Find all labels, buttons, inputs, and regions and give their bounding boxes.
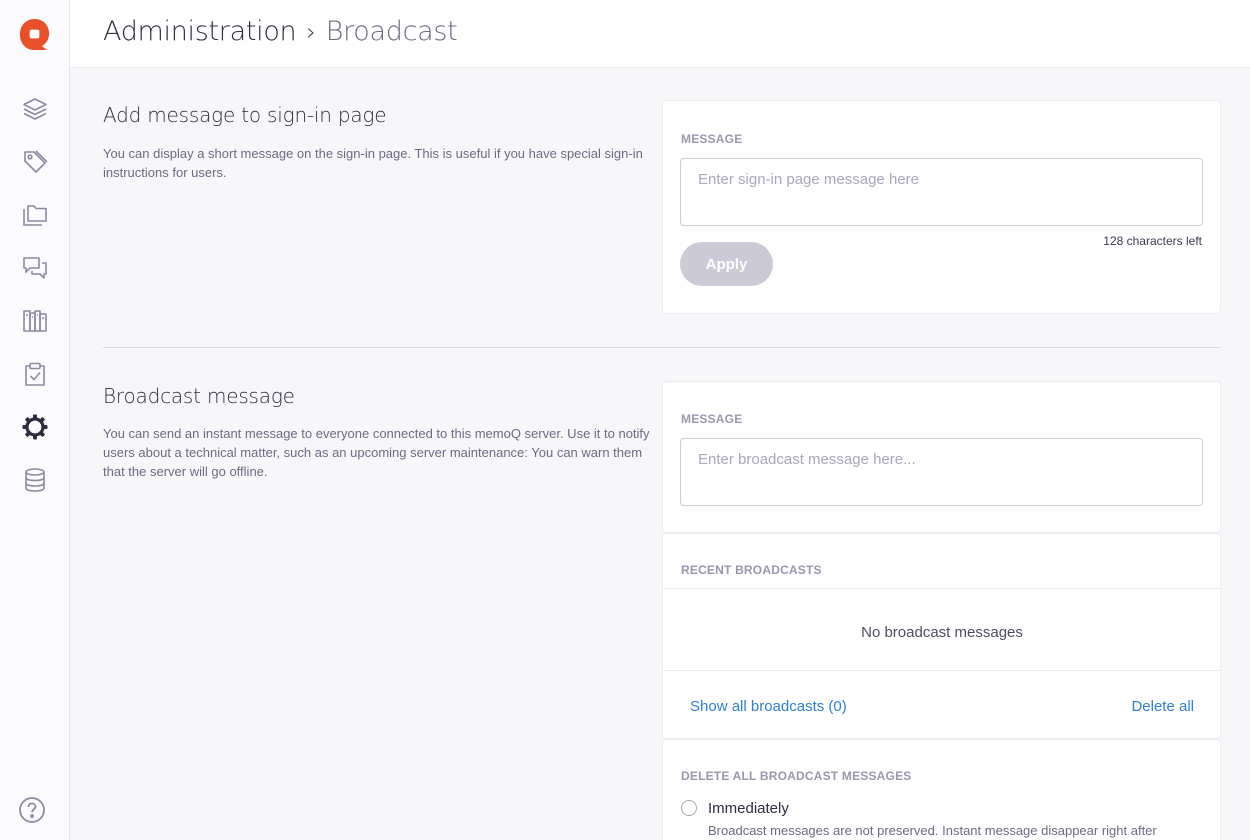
broadcast-message-card: MESSAGE bbox=[662, 381, 1221, 533]
signin-message-card: MESSAGE 128 characters left Apply bbox=[662, 100, 1221, 314]
breadcrumb-administration[interactable]: Administration bbox=[103, 16, 297, 47]
broadcast-section-title: Broadcast message bbox=[103, 384, 295, 408]
immediately-radio[interactable] bbox=[681, 800, 697, 816]
recent-broadcasts-card: RECENT BROADCASTS No broadcast messages … bbox=[662, 533, 1221, 739]
database-icon[interactable] bbox=[20, 465, 50, 495]
folders-icon[interactable] bbox=[20, 200, 50, 230]
library-icon[interactable] bbox=[20, 306, 50, 336]
page-header: Administration › Broadcast bbox=[70, 0, 1250, 68]
memoq-logo[interactable] bbox=[17, 17, 52, 52]
signin-section-title: Add message to sign-in page bbox=[103, 103, 387, 127]
tag-icon[interactable] bbox=[20, 147, 50, 177]
delete-broadcasts-label: DELETE ALL BROADCAST MESSAGES bbox=[681, 769, 912, 783]
layers-icon[interactable] bbox=[20, 94, 50, 124]
immediately-label[interactable]: Immediately bbox=[708, 800, 789, 817]
chat-icon[interactable] bbox=[20, 253, 50, 283]
page-title: Broadcast bbox=[325, 16, 458, 47]
recent-broadcasts-label: RECENT BROADCASTS bbox=[681, 563, 822, 577]
breadcrumb: Administration › Broadcast bbox=[103, 16, 458, 47]
sidebar bbox=[0, 0, 70, 840]
gear-icon[interactable] bbox=[20, 412, 50, 442]
show-all-broadcasts-link[interactable]: Show all broadcasts (0) bbox=[690, 698, 847, 715]
signin-message-input[interactable] bbox=[680, 158, 1203, 226]
broadcast-message-input[interactable] bbox=[680, 438, 1203, 506]
help-icon[interactable] bbox=[18, 796, 48, 826]
broadcast-message-label: MESSAGE bbox=[681, 412, 743, 426]
delete-broadcasts-card: DELETE ALL BROADCAST MESSAGES Immediatel… bbox=[662, 739, 1221, 840]
section-divider bbox=[103, 347, 1221, 348]
immediately-description: Broadcast messages are not preserved. In… bbox=[708, 823, 1157, 838]
delete-all-link[interactable]: Delete all bbox=[1131, 698, 1194, 715]
signin-message-label: MESSAGE bbox=[681, 132, 743, 146]
apply-button[interactable]: Apply bbox=[680, 242, 773, 286]
broadcast-section-description: You can send an instant message to every… bbox=[103, 426, 650, 479]
character-counter: 128 characters left bbox=[1103, 234, 1202, 248]
signin-section-description: You can display a short message on the s… bbox=[103, 146, 643, 180]
recent-broadcasts-divider-top bbox=[663, 588, 1220, 589]
empty-state-text: No broadcast messages bbox=[861, 624, 1023, 641]
recent-broadcasts-divider-bottom bbox=[663, 670, 1220, 671]
clipboard-check-icon[interactable] bbox=[20, 359, 50, 389]
breadcrumb-separator: › bbox=[306, 17, 316, 46]
